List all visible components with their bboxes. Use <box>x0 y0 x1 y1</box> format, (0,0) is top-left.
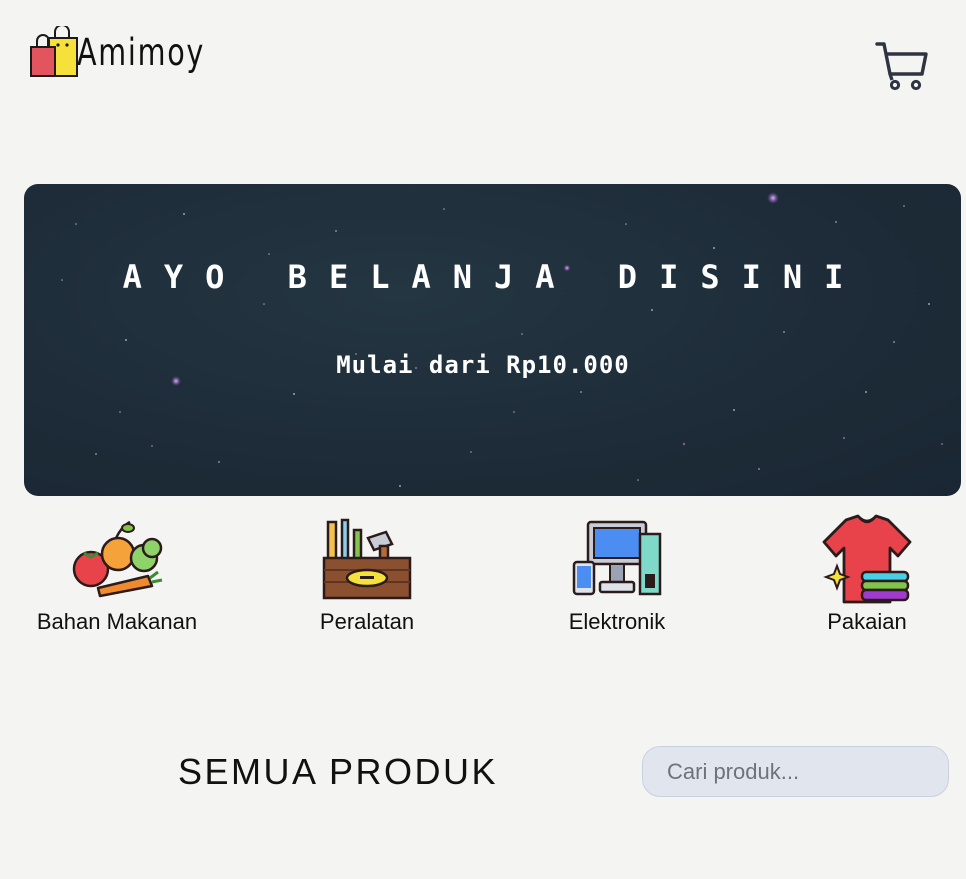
clothes-icon <box>822 514 912 604</box>
brand-name: Amimoy <box>77 30 206 74</box>
search-input[interactable] <box>642 746 949 797</box>
category-pakaian[interactable]: Pakaian <box>777 514 957 640</box>
hero-title: AYO BELANJA DISINI <box>122 258 866 296</box>
category-bahan-makanan[interactable]: Bahan Makanan <box>27 518 207 640</box>
hero-banner <box>24 184 961 496</box>
hero-subtitle: Mulai dari Rp10.000 <box>336 351 630 379</box>
logo[interactable]: Amimoy <box>29 26 226 78</box>
category-label: Bahan Makanan <box>36 609 198 634</box>
category-elektronik[interactable]: Elektronik <box>527 518 707 640</box>
electronics-icon <box>572 520 662 596</box>
category-label: Pakaian <box>827 609 907 634</box>
starfield-background <box>61 192 943 487</box>
vegetables-icon <box>72 520 163 598</box>
category-label: Peralatan <box>319 609 415 634</box>
header: Amimoy <box>0 0 966 110</box>
category-label: Elektronik <box>568 609 666 634</box>
shopping-cart-icon[interactable] <box>875 40 929 92</box>
shopping-bags-icon <box>30 26 78 77</box>
section-title-all-products: SEMUA PRODUK <box>178 751 499 792</box>
category-peralatan[interactable]: Peralatan <box>277 518 457 640</box>
toolbox-icon <box>322 518 412 600</box>
